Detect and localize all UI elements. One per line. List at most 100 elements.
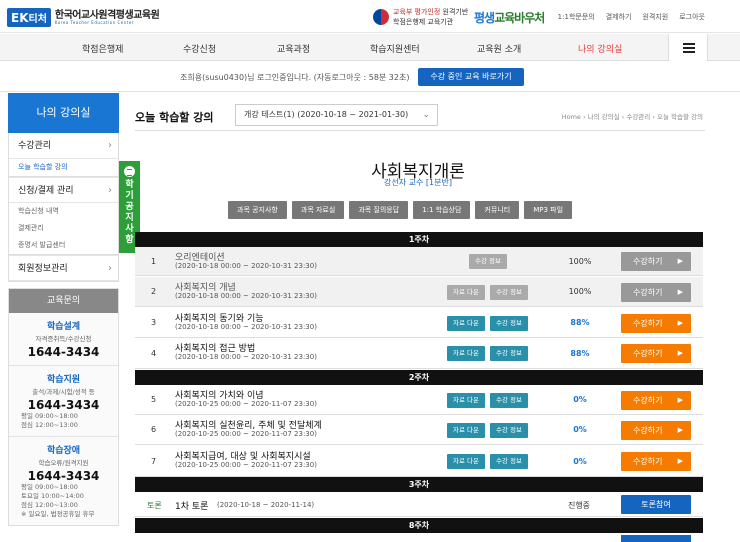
course-info-button[interactable]: 수강 정보 xyxy=(469,254,507,269)
lesson-number: 5 xyxy=(151,395,157,404)
play-icon: ▶ xyxy=(677,395,683,404)
progress-value: 0% xyxy=(573,425,587,434)
sidebar-title: 나의 강의실 xyxy=(8,93,119,133)
play-icon: ▶ xyxy=(677,287,683,296)
top-link-inquiry[interactable]: 1:1학문문의 xyxy=(558,12,595,22)
chevron-right-icon: › xyxy=(108,185,112,196)
week-header: 8주차 xyxy=(135,518,703,533)
nav-enrollment[interactable]: 수강신청 xyxy=(183,42,216,55)
government-emblem-icon xyxy=(373,9,389,25)
nav-about[interactable]: 교육원 소개 xyxy=(477,42,521,55)
term-select[interactable]: 개강 테스트(1) (2020-10-18 ~ 2021-01-30) ⌄ xyxy=(235,104,438,126)
progress-value: 88% xyxy=(570,318,590,327)
progress-value: 88% xyxy=(570,348,590,358)
logo-mark: EK티처 xyxy=(7,8,51,27)
download-button[interactable]: 자료 다운 xyxy=(447,454,485,469)
progress-value: 0% xyxy=(573,456,587,466)
course-info-button[interactable]: 수강 정보 xyxy=(490,284,528,300)
start-lesson-button[interactable]: 수강하기 ▶ xyxy=(621,344,691,363)
contact-block: 학습설계 자격증취득/수강신청 1644-3434 xyxy=(9,313,118,366)
lesson-row: 3 사회복지의 동기와 기능 (2020-10-18 00:00 ~ 2020-10… xyxy=(135,308,703,338)
discussion-row: 토론 1차 토론 (2020-10-18 ~ 2020-11-14) 진행중 토… xyxy=(135,492,703,517)
join-discussion-button[interactable]: 토론참여 xyxy=(621,495,691,514)
contact-block: 학습장애 학습오류/원격지원 1644-3434 평일 09:00~18:00 … xyxy=(9,437,118,525)
start-lesson-button[interactable]: 수강하기 ▶ xyxy=(621,420,691,440)
site-logo[interactable]: EK티처 한국어교사원격평생교육원 Korea Teacher Educatio… xyxy=(7,8,160,27)
sidebar: 나의 강의실 수강관리 › 오늘 학습할 강의 신청/결제 관리 › 학습신청 내역… xyxy=(8,93,119,526)
lesson-number: 4 xyxy=(151,348,157,358)
top-link-payment[interactable]: 결제하기 xyxy=(606,12,632,22)
course-info-button[interactable]: 수강 정보 xyxy=(490,346,528,361)
sidebar-sub-certificates[interactable]: 증명서 발급센터 xyxy=(9,237,118,254)
lesson-date: (2020-10-25 00:00 ~ 2020-11-07 23:30) xyxy=(175,430,317,438)
chevron-right-icon: › xyxy=(108,140,112,151)
lesson-date: (2020-10-18 00:00 ~ 2020-10-31 23:30) xyxy=(175,292,317,300)
tab-course-files[interactable]: 과목 자료실 xyxy=(291,201,345,219)
discussion-date: (2020-10-18 ~ 2020-11-14) xyxy=(217,501,315,509)
download-button[interactable]: 자료 다운 xyxy=(447,422,485,438)
lesson-row: 4 사회복지의 접근 방법 (2020-10-18 00:00 ~ 2020-10-… xyxy=(135,338,703,369)
sidebar-sub-today-lectures[interactable]: 오늘 학습할 강의 xyxy=(9,159,118,176)
tab-community[interactable]: 커뮤니티 xyxy=(475,201,520,219)
start-lesson-button[interactable]: 수강하기 ▶ xyxy=(621,313,691,333)
top-links: 1:1학문문의 결제하기 원격지원 로그아웃 xyxy=(558,12,705,22)
course-info-button[interactable]: 수강 정보 xyxy=(490,392,528,408)
progress-value: 100% xyxy=(568,287,592,296)
download-button[interactable]: 자료 다운 xyxy=(447,392,485,408)
login-status: 조희용(susu0430)님 로그인중입니다. (자동로그아웃 : 58분 32… xyxy=(180,73,410,82)
sidebar-sub-application-history[interactable]: 학습신청 내역 xyxy=(9,203,118,220)
course-professor: 강선자 교수 [1분반] xyxy=(384,178,452,187)
page-title: 오늘 학습할 강의 xyxy=(135,111,214,124)
start-lesson-button[interactable]: 수강하기 ▶ xyxy=(621,390,691,410)
start-lesson-button[interactable]: 수강하기 ▶ xyxy=(621,252,691,271)
progress-value: 0% xyxy=(573,395,587,404)
course-info-button[interactable]: 수강 정보 xyxy=(490,454,528,469)
lesson-number: 2 xyxy=(151,287,157,296)
play-icon: ▶ xyxy=(677,457,683,465)
sidebar-sub-payment[interactable]: 결제관리 xyxy=(9,220,118,237)
start-lesson-button[interactable]: 수강하기 ▶ xyxy=(621,452,691,471)
go-to-study-button[interactable]: 수강 중인 교육 바로가기 xyxy=(418,68,524,86)
sidebar-item-course-management[interactable]: 수강관리 › xyxy=(9,133,118,159)
top-link-logout[interactable]: 로그아웃 xyxy=(679,12,705,22)
lesson-number: 3 xyxy=(151,318,157,327)
start-lesson-button[interactable]: 수강하기 ▶ xyxy=(621,282,691,302)
download-button[interactable]: 자료 다운 xyxy=(447,284,485,300)
partial-row-button[interactable] xyxy=(621,535,691,542)
nav-my-classroom[interactable]: 나의 강의실 xyxy=(578,42,622,55)
lesson-date: (2020-10-18 00:00 ~ 2020-10-31 23:30) xyxy=(175,262,317,270)
logo-en: Korea Teacher Education Center xyxy=(54,19,134,25)
phone-number: 1644-3434 xyxy=(27,398,100,412)
download-button[interactable]: 자료 다운 xyxy=(447,346,485,361)
voucher-logo[interactable]: 평생교육바우처 xyxy=(474,9,545,26)
notice-icon xyxy=(124,166,135,177)
tab-course-qna[interactable]: 과목 질의응답 xyxy=(349,201,409,219)
phone-number: 1644-3434 xyxy=(27,345,100,359)
play-icon: ▶ xyxy=(677,349,683,357)
course-info-button[interactable]: 수강 정보 xyxy=(490,422,528,438)
nav-curriculum[interactable]: 교육과정 xyxy=(277,42,310,55)
top-link-remote[interactable]: 원격지원 xyxy=(642,12,668,22)
login-bar: 조희용(susu0430)님 로그인중입니다. (자동로그아웃 : 58분 32… xyxy=(0,62,740,92)
download-button[interactable]: 자료 다운 xyxy=(447,315,485,331)
lesson-date: (2020-10-25 00:00 ~ 2020-11-07 23:30) xyxy=(175,461,317,469)
sidebar-item-member-info[interactable]: 회원정보관리 › xyxy=(9,255,118,281)
week-header: 2주차 xyxy=(135,370,703,385)
menu-icon[interactable] xyxy=(668,34,708,61)
main-nav: 학점은행제 수강신청 교육과정 학습지원센터 교육원 소개 나의 강의실 xyxy=(0,34,740,61)
tab-mp3[interactable]: MP3 파일 xyxy=(524,201,573,219)
discussion-title: 1차 토론 xyxy=(175,502,209,512)
logo-name: 한국어교사원격평생교육원 xyxy=(54,9,160,21)
contact-box: 교육문의 학습설계 자격증취득/수강신청 1644-3434 학습지원 출석/과… xyxy=(8,288,119,526)
course-info-button[interactable]: 수강 정보 xyxy=(490,315,528,331)
lesson-row: 1 오리엔테이션 (2020-10-18 00:00 ~ 2020-10-31 23… xyxy=(135,247,703,276)
breadcrumb: Home › 나의 강의실 › 수강관리 › 오늘 학습할 강의 xyxy=(561,113,703,121)
tab-consult[interactable]: 1:1 학습상담 xyxy=(413,201,471,219)
nav-learning-support[interactable]: 학습지원센터 xyxy=(370,42,420,55)
lesson-row: 5 사회복지의 가치와 이념 (2020-10-25 00:00 ~ 2020-11… xyxy=(135,385,703,415)
tab-course-notice[interactable]: 과목 공지사항 xyxy=(228,201,287,219)
chevron-down-icon: ⌄ xyxy=(422,110,430,120)
lesson-row: 6 사회복지의 실천윤리, 주체 및 전달체계 (2020-10-25 00:00 … xyxy=(135,415,703,445)
sidebar-item-payment-management[interactable]: 신청/결제 관리 › xyxy=(9,177,118,203)
nav-credit-bank[interactable]: 학점은행제 xyxy=(82,42,123,55)
